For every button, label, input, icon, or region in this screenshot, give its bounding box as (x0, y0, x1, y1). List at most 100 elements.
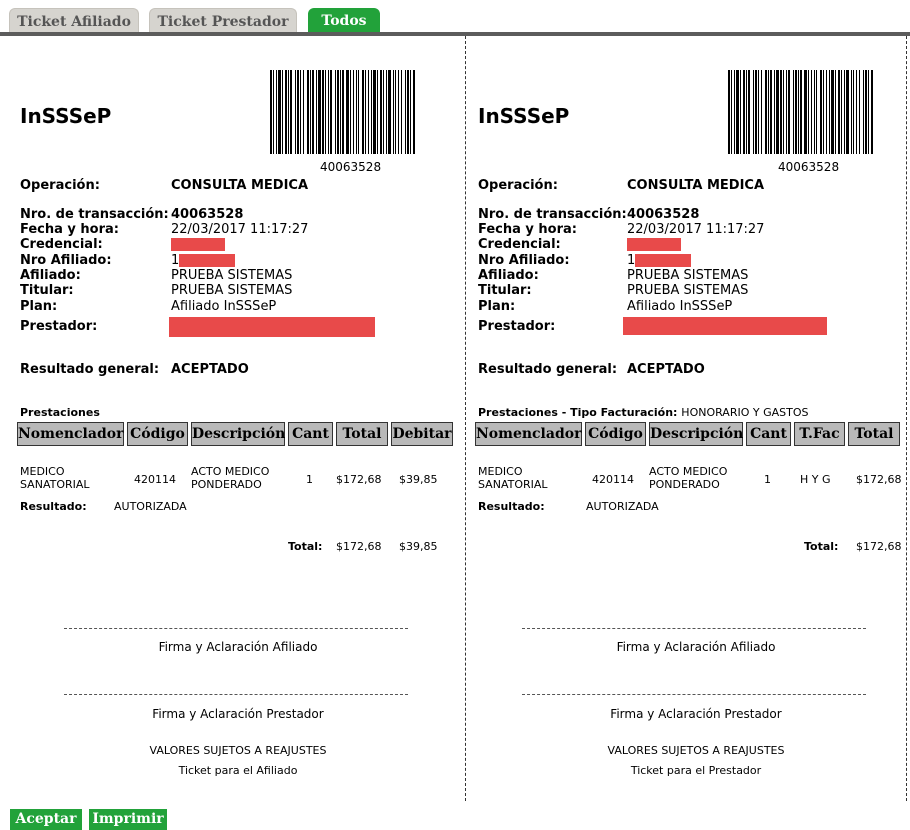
valores-notice: VALORES SUJETOS A REAJUSTES (607, 744, 785, 757)
firma-afiliado-label: Firma y Aclaración Afiliado (158, 640, 318, 654)
ticket-prestador: InSSSeP 40063528 Operación: CONSULTA MED… (470, 36, 910, 801)
total-label: Total: (804, 540, 839, 553)
afiliado-label: Afiliado: (20, 268, 81, 283)
operacion-label: Operación: (20, 178, 100, 193)
titular-label: Titular: (20, 283, 74, 298)
operacion-value: CONSULTA MEDICA (171, 178, 309, 193)
th-debitar: Debitar (391, 422, 453, 446)
tab-ticket-afiliado[interactable]: Ticket Afiliado (9, 8, 139, 35)
prestaciones-title: Prestaciones (20, 406, 100, 419)
th-nomenclador: Nomenclador (475, 422, 582, 446)
logo: InSSSeP (478, 104, 570, 128)
cell-debitar: $39,85 (399, 473, 438, 486)
cell-total: $172,68 (336, 473, 382, 486)
prestaciones-table-header: Nomenclador Código Descripción Cant Tota… (17, 422, 453, 446)
imprimir-button[interactable]: Imprimir (89, 809, 167, 830)
resultado-value: AUTORIZADA (114, 500, 187, 513)
fecha-label: Fecha y hora: (20, 222, 119, 237)
aceptar-button[interactable]: Aceptar (10, 809, 82, 830)
credencial-redaction (627, 238, 681, 251)
tab-bar: Ticket Afiliado Ticket Prestador Todos (0, 0, 910, 36)
ticket-footer: Ticket para el Prestador (630, 764, 762, 777)
cell-total: $172,68 (856, 473, 902, 486)
plan-label: Plan: (478, 299, 516, 314)
titular-label: Titular: (478, 283, 532, 298)
operacion-label: Operación: (478, 178, 558, 193)
firma-afiliado-line (522, 628, 866, 629)
firma-prestador-line (64, 694, 408, 695)
th-nomenclador: Nomenclador (17, 422, 124, 446)
afiliado-value: PRUEBA SISTEMAS (171, 268, 293, 283)
th-tfac: T.Fac (794, 422, 845, 446)
tab-todos[interactable]: Todos (308, 8, 380, 35)
resultado-label: Resultado: (20, 500, 87, 513)
cell-nomenclador-2: SANATORIAL (478, 478, 548, 491)
barcode-image (728, 70, 873, 154)
ticket-footer: Ticket para el Afiliado (178, 764, 298, 777)
cell-tfac: H Y G (800, 473, 831, 486)
operacion-value: CONSULTA MEDICA (627, 178, 765, 193)
fecha-value: 22/03/2017 11:17:27 (627, 222, 765, 237)
logo: InSSSeP (20, 104, 112, 128)
resultado-general-label: Resultado general: (20, 362, 160, 377)
firma-afiliado-line (64, 628, 408, 629)
nro-afiliado-label: Nro Afiliado: (478, 253, 570, 268)
fecha-value: 22/03/2017 11:17:27 (171, 222, 309, 237)
prestaciones-title: Prestaciones - Tipo Facturación: HONORAR… (478, 406, 808, 419)
total-debitar: $39,85 (399, 540, 438, 553)
transaccion-label: Nro. de transacción: (20, 207, 169, 222)
nro-afiliado-redaction (179, 254, 235, 267)
cell-descripcion-1: ACTO MEDICO (191, 465, 270, 478)
transaccion-label: Nro. de transacción: (478, 207, 627, 222)
transaccion-value: 40063528 (627, 207, 700, 222)
barcode-number: 40063528 (778, 160, 840, 174)
prestador-redaction (169, 317, 375, 337)
cell-nomenclador-1: MEDICO (478, 465, 523, 478)
plan-value: Afiliado InSSSeP (627, 299, 733, 314)
cell-nomenclador-2: SANATORIAL (20, 478, 90, 491)
barcode-image (270, 70, 415, 154)
resultado-label: Resultado: (478, 500, 545, 513)
th-codigo: Código (127, 422, 188, 446)
afiliado-value: PRUEBA SISTEMAS (627, 268, 749, 283)
plan-label: Plan: (20, 299, 58, 314)
th-descripcion: Descripción (649, 422, 743, 446)
titular-value: PRUEBA SISTEMAS (627, 283, 749, 298)
nro-afiliado-label: Nro Afiliado: (20, 253, 112, 268)
prestador-label: Prestador: (20, 319, 98, 334)
firma-afiliado-label: Firma y Aclaración Afiliado (616, 640, 776, 654)
fecha-label: Fecha y hora: (478, 222, 577, 237)
th-codigo: Código (585, 422, 646, 446)
firma-prestador-label: Firma y Aclaración Prestador (152, 707, 324, 721)
plan-value: Afiliado InSSSeP (171, 299, 277, 314)
credencial-label: Credencial: (478, 237, 561, 252)
cell-descripcion-2: PONDERADO (649, 478, 720, 491)
valores-notice: VALORES SUJETOS A REAJUSTES (149, 744, 327, 757)
total-label: Total: (288, 540, 323, 553)
th-cant: Cant (746, 422, 791, 446)
resultado-general-value: ACEPTADO (627, 362, 705, 377)
cell-codigo: 420114 (134, 473, 176, 486)
resultado-general-label: Resultado general: (478, 362, 618, 377)
credencial-label: Credencial: (20, 237, 103, 252)
th-total: Total (336, 422, 388, 446)
prestador-redaction (623, 317, 827, 335)
cell-cant: 1 (306, 473, 313, 486)
afiliado-label: Afiliado: (478, 268, 539, 283)
prestador-label: Prestador: (478, 319, 556, 334)
tab-ticket-prestador[interactable]: Ticket Prestador (149, 8, 297, 35)
nro-afiliado-redaction (635, 254, 691, 267)
titular-value: PRUEBA SISTEMAS (171, 283, 293, 298)
cell-descripcion-2: PONDERADO (191, 478, 262, 491)
prestaciones-title-label: Prestaciones - Tipo Facturación: (478, 406, 678, 419)
ticket-afiliado: InSSSeP 40063528 Operación: CONSULTA MED… (12, 36, 464, 801)
ticket-divider (465, 36, 466, 801)
resultado-value: AUTORIZADA (586, 500, 659, 513)
th-total: Total (848, 422, 900, 446)
tipo-facturacion-value: HONORARIO Y GASTOS (681, 406, 809, 419)
resultado-general-value: ACEPTADO (171, 362, 249, 377)
firma-prestador-label: Firma y Aclaración Prestador (610, 707, 782, 721)
prestaciones-table-header: Nomenclador Código Descripción Cant T.Fa… (475, 422, 900, 446)
total-sum: $172,68 (336, 540, 382, 553)
cell-cant: 1 (764, 473, 771, 486)
